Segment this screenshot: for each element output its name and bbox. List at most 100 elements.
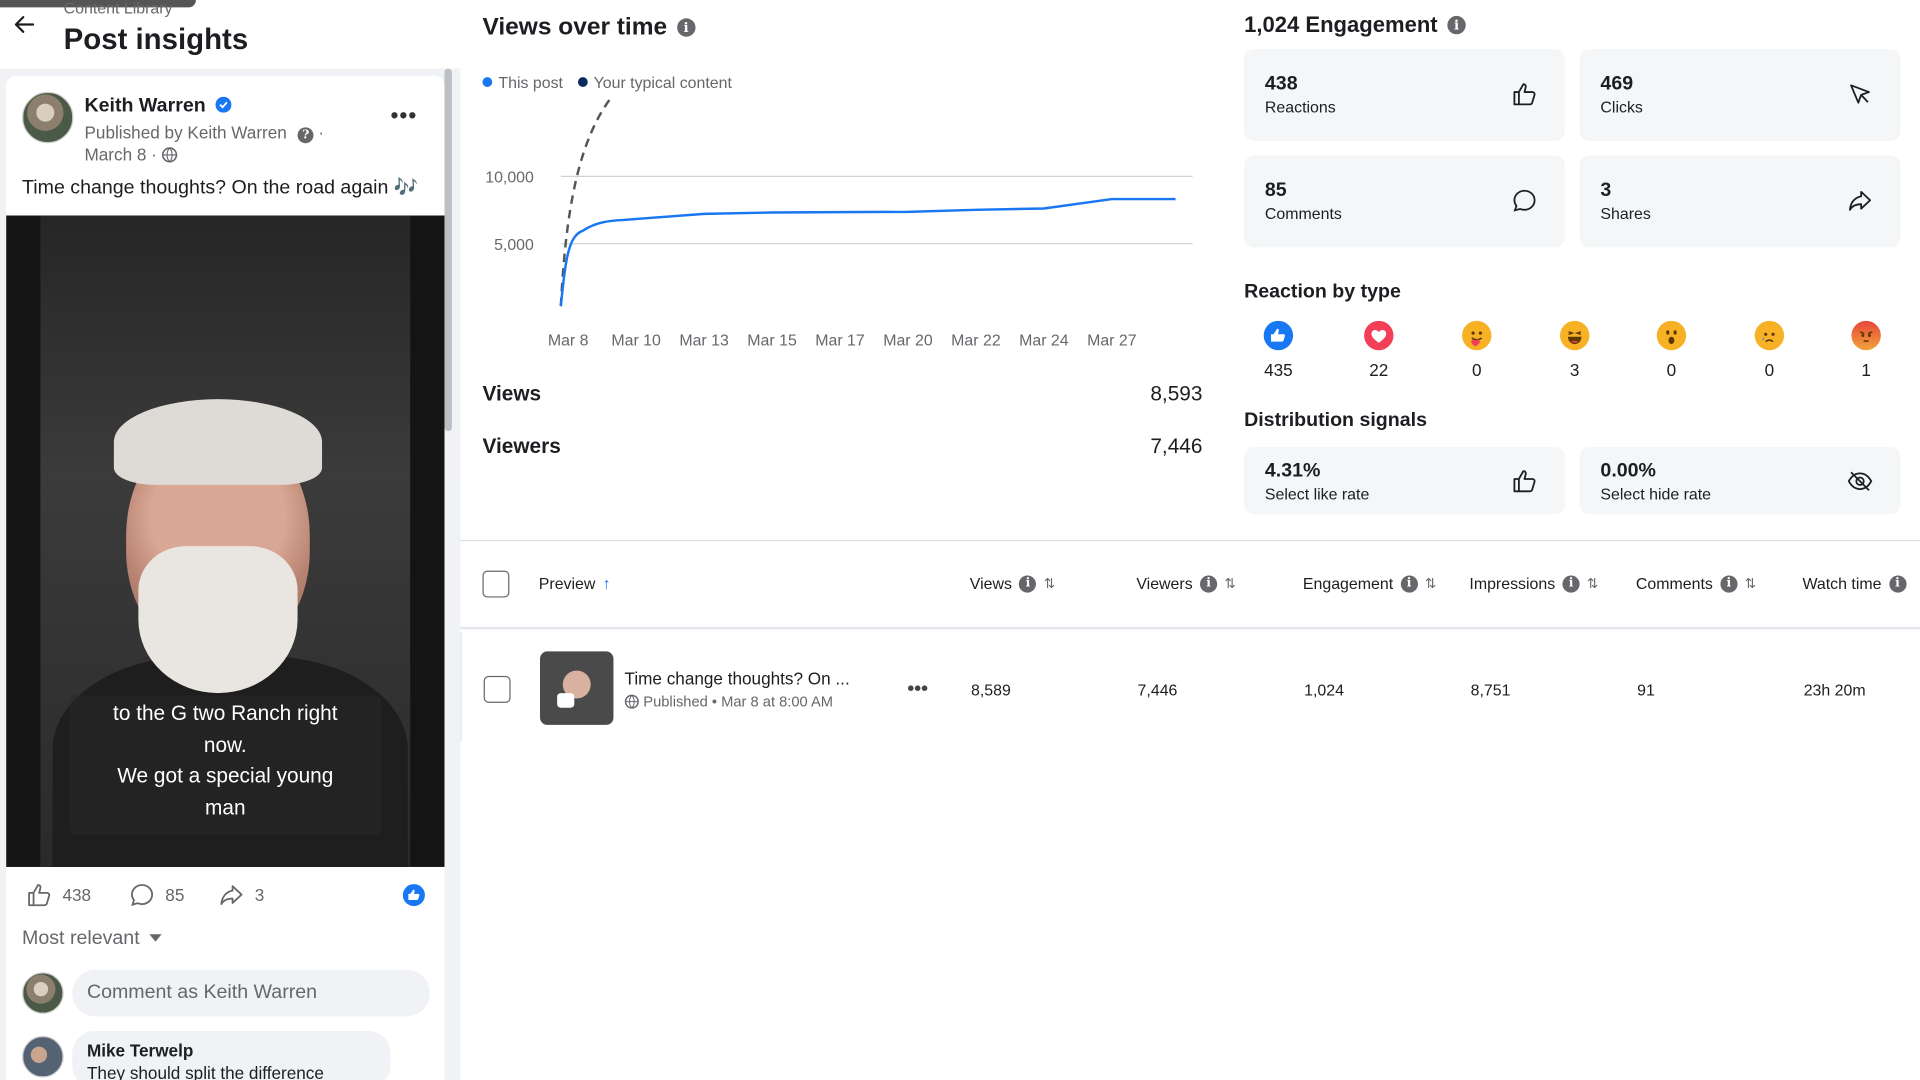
table-header: Preview ↑ Views i ⇅ Viewers i ⇅ Engagement i ⇅ … (460, 541, 1920, 630)
sort-icon[interactable]: ⇅ (1587, 576, 1598, 592)
info-icon[interactable]: i (1447, 15, 1466, 35)
comment-action[interactable]: 85 (129, 882, 185, 909)
help-icon[interactable]: ? (297, 127, 314, 144)
commenter-avatar[interactable] (22, 1035, 64, 1078)
column-header-impressions[interactable]: Impressions i ⇅ (1469, 574, 1598, 592)
tile-value: 4.31% (1264, 460, 1321, 482)
reaction-count: 3 (1569, 360, 1580, 380)
legend-dot (577, 77, 588, 87)
y-tick-label: 10,000 (485, 169, 534, 186)
more-options-icon[interactable]: ••• (391, 103, 418, 129)
reaction-haha: 3 (1550, 320, 1599, 380)
tile-value: 438 (1264, 73, 1298, 95)
sort-icon[interactable]: ⇅ (1745, 576, 1756, 592)
column-header-viewers[interactable]: Viewers i ⇅ (1136, 574, 1235, 592)
commenter-name[interactable]: Mike Terwelp (87, 1041, 376, 1061)
shares-tile[interactable]: 3 Shares (1579, 155, 1901, 248)
info-icon[interactable]: i (1562, 574, 1580, 593)
author-name[interactable]: Keith Warren (84, 96, 232, 118)
info-icon[interactable]: i (1720, 574, 1738, 593)
video-beard-shape (138, 546, 298, 694)
comments-count: 85 (165, 885, 185, 905)
legend-label: Your typical content (593, 73, 732, 92)
comment-input[interactable]: Comment as Keith Warren (72, 969, 430, 1017)
tile-label: Comments (1264, 204, 1342, 223)
sort-icon[interactable]: ⇅ (1225, 576, 1236, 592)
tile-label: Clicks (1600, 97, 1643, 117)
info-icon[interactable]: i (676, 18, 696, 37)
like-rate-tile[interactable]: 4.31% Select like rate (1244, 446, 1565, 515)
scrollbar-thumb[interactable] (444, 68, 452, 432)
page-title: Post insights (63, 23, 249, 57)
column-header-views[interactable]: Views i ⇅ (970, 574, 1055, 592)
row-checkbox[interactable] (483, 675, 511, 703)
post-date-text[interactable]: March 8 · (84, 144, 156, 164)
views-over-time-title: Views over time i (482, 12, 696, 41)
clicks-tile[interactable]: 469 Clicks (1579, 48, 1901, 141)
reaction-sad: 0 (1745, 320, 1794, 380)
subtitle-line: to the G two Ranch right (113, 701, 338, 725)
views-line-chart: 10,000 5,000 Mar 8 Mar 10 Mar 13 Mar 15 Mar … (485, 97, 1193, 349)
author-name-text[interactable]: Keith Warren (84, 96, 205, 117)
breadcrumb[interactable]: Content Library (64, 0, 173, 17)
x-tick-label: Mar 8 (548, 332, 589, 349)
column-header-preview[interactable]: Preview ↑ (539, 574, 611, 592)
info-icon[interactable]: i (1400, 574, 1418, 593)
column-header-label: Viewers (1136, 574, 1193, 593)
column-header-engagement[interactable]: Engagement i ⇅ (1303, 574, 1436, 592)
angry-reaction-icon (1851, 320, 1881, 351)
sort-icon[interactable]: ⇅ (1425, 576, 1436, 592)
info-icon[interactable]: i (1888, 574, 1906, 593)
reel-icon (557, 693, 575, 708)
reactions-count: 438 (62, 885, 92, 905)
current-user-avatar[interactable] (22, 972, 64, 1014)
row-post-title[interactable]: Time change thoughts? On ... (624, 669, 849, 689)
viewers-label: Viewers (482, 434, 561, 458)
views-over-time-title-text: Views over time (482, 13, 668, 41)
care-reaction-icon (1462, 320, 1492, 351)
column-header-watch-time[interactable]: Watch time i (1802, 574, 1906, 593)
sad-reaction-icon (1754, 320, 1785, 351)
globe-icon (624, 694, 639, 709)
y-tick-label: 5,000 (494, 237, 534, 254)
row-more-options-icon[interactable]: ••• (907, 678, 928, 700)
sort-icon[interactable]: ⇅ (1044, 576, 1055, 592)
share-icon (220, 885, 243, 905)
comment-icon (131, 884, 154, 906)
tile-label: Reactions (1264, 97, 1336, 117)
info-icon[interactable]: i (1019, 574, 1037, 593)
series-line-typical (559, 97, 613, 307)
like-reaction-badge-icon (402, 884, 425, 907)
author-avatar[interactable] (22, 91, 74, 144)
post-caption: Time change thoughts? On the road again … (22, 177, 419, 199)
comment-sort-label: Most relevant (22, 928, 140, 949)
column-header-label: Impressions (1469, 574, 1556, 593)
published-by: Published by Keith Warren ? · (84, 122, 324, 144)
share-action[interactable]: 3 (218, 882, 264, 909)
column-header-label: Watch time (1802, 574, 1882, 593)
comments-tile[interactable]: 85 Comments (1244, 155, 1565, 248)
left-panel: Content Library Post insights Keith Warr… (0, 0, 461, 1080)
table-row[interactable]: Time change thoughts? On ... Published •… (460, 631, 1920, 743)
video-player[interactable]: to the G two Ranch right now. We got a s… (6, 215, 445, 867)
sort-ascending-icon[interactable]: ↑ (603, 574, 611, 592)
info-icon[interactable]: i (1200, 574, 1218, 593)
legend-dot (482, 77, 493, 87)
series-line-this-post (559, 197, 1176, 307)
column-header-comments[interactable]: Comments i ⇅ (1636, 574, 1756, 592)
cell-viewers: 7,446 (1137, 680, 1178, 700)
column-header-label: Views (969, 574, 1012, 593)
select-all-checkbox[interactable] (482, 570, 510, 598)
views-over-time-card: Views over time i This post Your typical … (460, 0, 1225, 478)
column-header-label: Engagement (1302, 574, 1394, 593)
cell-impressions: 8,751 (1470, 680, 1511, 700)
tile-label: Shares (1600, 204, 1651, 223)
chevron-down-icon (149, 934, 162, 942)
comment-sort-dropdown[interactable]: Most relevant (22, 928, 162, 950)
hide-rate-tile[interactable]: 0.00% Select hide rate (1579, 446, 1901, 515)
like-action[interactable]: 438 (26, 882, 91, 909)
back-arrow-icon[interactable] (12, 12, 36, 36)
reactions-tile[interactable]: 438 Reactions (1244, 48, 1565, 141)
post-date: March 8 · (84, 144, 178, 164)
post-thumbnail[interactable] (540, 651, 614, 725)
